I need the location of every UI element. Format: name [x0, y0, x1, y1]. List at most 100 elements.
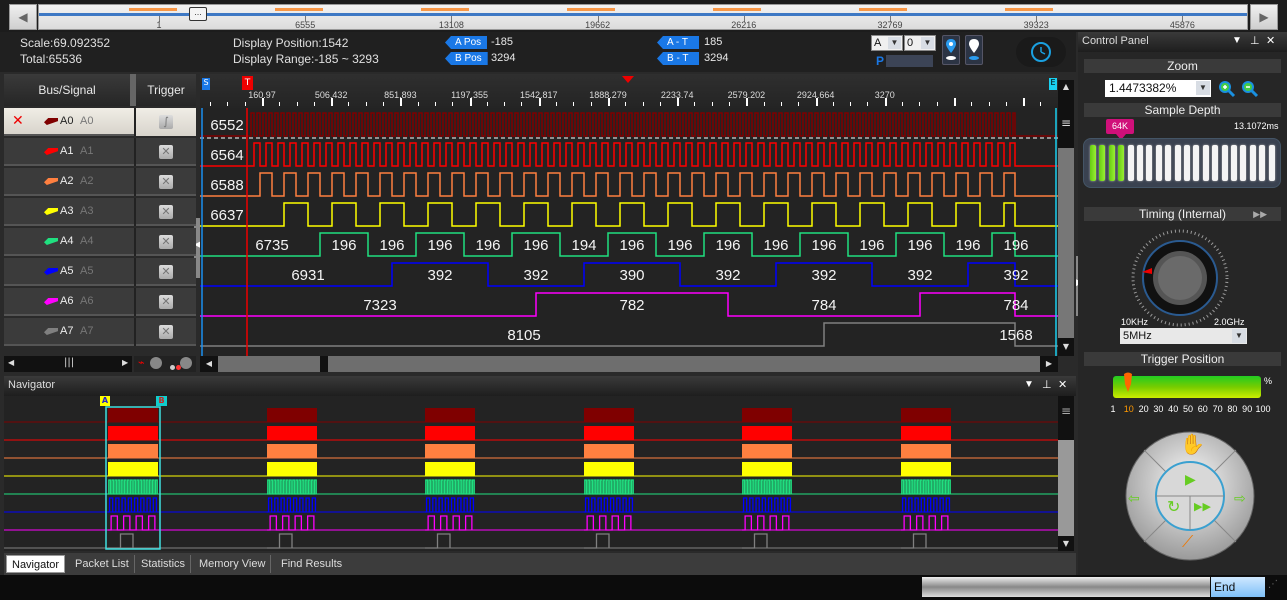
trigger-cell[interactable]: ∫ — [134, 108, 196, 136]
signal-color-swatch[interactable] — [44, 268, 58, 275]
depth-bar-empty[interactable] — [1174, 145, 1181, 181]
depth-bar-empty[interactable] — [1127, 145, 1134, 181]
depth-bar-empty[interactable] — [1202, 145, 1209, 181]
trigger-position-slider[interactable] — [1113, 372, 1261, 398]
signal-table-hscrollbar[interactable]: ◀ ||| ▶ — [4, 356, 132, 372]
signal-color-swatch[interactable] — [44, 208, 58, 215]
scroll-right-icon[interactable]: ▶ — [1040, 356, 1058, 372]
scroll-grip-icon[interactable]: ≡ — [1058, 396, 1074, 440]
resize-grip-icon[interactable]: ⋰ — [1268, 579, 1284, 597]
next-marker-icon[interactable]: ⇨ — [1234, 490, 1246, 507]
signal-color-swatch[interactable] — [44, 328, 58, 335]
no-trigger-icon[interactable]: ✕ — [159, 145, 173, 159]
cursor-index-select[interactable]: 0 ▼ — [904, 35, 936, 51]
depth-bar-empty[interactable] — [1146, 145, 1153, 181]
zoom-out-icon[interactable] — [1241, 80, 1259, 98]
zoom-in-icon[interactable] — [1218, 80, 1236, 98]
navigator-area[interactable]: A B — [4, 396, 1058, 551]
waveform-vscrollbar[interactable]: ≡ ▼ — [1058, 108, 1074, 356]
waveform-hscrollbar[interactable]: ◀ ▶ — [200, 356, 1058, 372]
bus-signal-header[interactable]: Bus/Signal — [4, 83, 130, 97]
signal-row-a5[interactable]: A5 A5 ✕ — [4, 258, 196, 286]
no-trigger-icon[interactable]: ✕ — [159, 265, 173, 279]
scroll-down-icon[interactable]: ▼ — [1058, 536, 1074, 551]
trigger-cell[interactable]: ✕ — [134, 168, 196, 196]
trigger-header[interactable]: Trigger — [136, 83, 196, 97]
time-ruler[interactable]: S T E 160.97 506.432 851.893 1197.355 1542.8… — [200, 74, 1059, 108]
tab-statistics[interactable]: Statistics — [136, 555, 192, 573]
signal-row-a0[interactable]: ✕ A0 A0 ∫ — [4, 108, 196, 136]
timer-button[interactable] — [1016, 37, 1066, 67]
signal-color-swatch[interactable] — [44, 178, 58, 185]
play-icon[interactable]: ▶ — [1185, 471, 1196, 488]
pin-icon[interactable]: ⊥ — [1042, 378, 1052, 391]
overview-track[interactable]: ... 165551310819662262163276939323458765… — [38, 4, 1248, 30]
overview-scroll-right-button[interactable]: ▶ — [1250, 4, 1278, 30]
fast-forward-icon[interactable]: ▶▶ — [1253, 207, 1267, 221]
depth-bar-empty[interactable] — [1165, 145, 1172, 181]
dropdown-icon[interactable]: ▼ — [1024, 379, 1034, 390]
signal-row-a2[interactable]: A2 A2 ✕ — [4, 168, 196, 196]
depth-bar-empty[interactable] — [1184, 145, 1190, 181]
trigger-cell[interactable]: ✕ — [134, 288, 196, 316]
no-trigger-icon[interactable]: ✕ — [159, 295, 173, 309]
signal-row-a1[interactable]: A1 A1 ✕ — [4, 138, 196, 166]
depth-bar-empty[interactable] — [1240, 145, 1247, 181]
signal-color-swatch[interactable] — [44, 118, 58, 125]
signal-color-swatch[interactable] — [44, 148, 58, 155]
tab-navigator[interactable]: Navigator — [6, 555, 66, 573]
trigger-marker[interactable]: T — [242, 76, 253, 90]
knob-icon[interactable] — [180, 357, 192, 369]
hand-pan-icon[interactable]: ✋ — [1180, 432, 1205, 457]
fast-forward-icon[interactable]: ▶▶ — [1194, 500, 1211, 513]
depth-bar-empty[interactable] — [1249, 145, 1256, 181]
scroll-thumb[interactable] — [320, 356, 328, 372]
overview-thumb[interactable]: ... — [189, 7, 207, 21]
no-trigger-icon[interactable]: ✕ — [159, 205, 173, 219]
scroll-grip-icon[interactable]: ≡ — [1058, 108, 1074, 148]
prev-marker-icon[interactable]: ⇦ — [1128, 490, 1140, 507]
depth-bar-empty[interactable] — [1259, 145, 1266, 181]
trigger-cell[interactable]: ✕ — [134, 318, 196, 346]
signal-row-a4[interactable]: A4 A4 ✕ — [4, 228, 196, 256]
knob-icon[interactable] — [150, 357, 162, 369]
depth-bar-empty[interactable] — [1221, 145, 1228, 181]
trigger-cell[interactable]: ✕ — [134, 138, 196, 166]
scroll-left-icon[interactable]: ◀ — [8, 358, 14, 367]
overview-scroll-left-button[interactable]: ◀ — [9, 4, 37, 30]
depth-bar-empty[interactable] — [1137, 145, 1143, 181]
depth-bar-empty[interactable] — [1155, 145, 1162, 181]
tab-find-results[interactable]: Find Results — [276, 555, 347, 573]
depth-bar-filled[interactable] — [1090, 145, 1096, 181]
close-icon[interactable]: ✕ — [1266, 34, 1275, 47]
signal-color-swatch[interactable] — [44, 298, 58, 305]
scroll-right-icon[interactable]: ▶ — [122, 358, 128, 367]
set-cursor-button[interactable] — [942, 35, 960, 65]
trigger-cell[interactable]: ✕ — [134, 228, 196, 256]
repeat-icon[interactable]: ↻ — [1167, 497, 1180, 517]
depth-bar-filled[interactable] — [1099, 145, 1106, 181]
end-marker[interactable]: E — [1049, 78, 1057, 90]
scroll-left-icon[interactable]: ◀ — [200, 356, 218, 372]
trigger-position-handle[interactable] — [1122, 372, 1134, 394]
delete-icon[interactable]: ✕ — [12, 113, 24, 129]
tab-memory-view[interactable]: Memory View — [194, 555, 272, 573]
depth-bar-filled[interactable] — [1108, 145, 1115, 181]
depth-bar-empty[interactable] — [1212, 145, 1219, 181]
scroll-up-icon[interactable]: ▲ — [1058, 80, 1074, 108]
depth-bar-empty[interactable] — [1268, 145, 1275, 181]
scroll-thumb-icon[interactable]: ||| — [64, 357, 74, 368]
pulse-icon[interactable]: ⌁ — [138, 356, 145, 369]
trigger-cell[interactable]: ✕ — [134, 198, 196, 226]
p-field[interactable] — [886, 55, 933, 67]
sample-rate-knob[interactable] — [1130, 228, 1230, 328]
tab-packet-list[interactable]: Packet List — [70, 555, 135, 573]
navigator-vscrollbar[interactable]: ≡ ▼ — [1058, 396, 1074, 551]
navigator-cursor-a[interactable]: A — [100, 396, 110, 406]
dropdown-icon[interactable]: ▼ — [1232, 35, 1242, 46]
close-icon[interactable]: ✕ — [1058, 378, 1067, 391]
depth-bar-filled[interactable] — [1118, 145, 1125, 181]
probe-icon[interactable]: ⟋ — [1182, 534, 1193, 552]
scroll-down-icon[interactable]: ▼ — [1058, 338, 1074, 356]
signal-row-a7[interactable]: A7 A7 ✕ — [4, 318, 196, 346]
